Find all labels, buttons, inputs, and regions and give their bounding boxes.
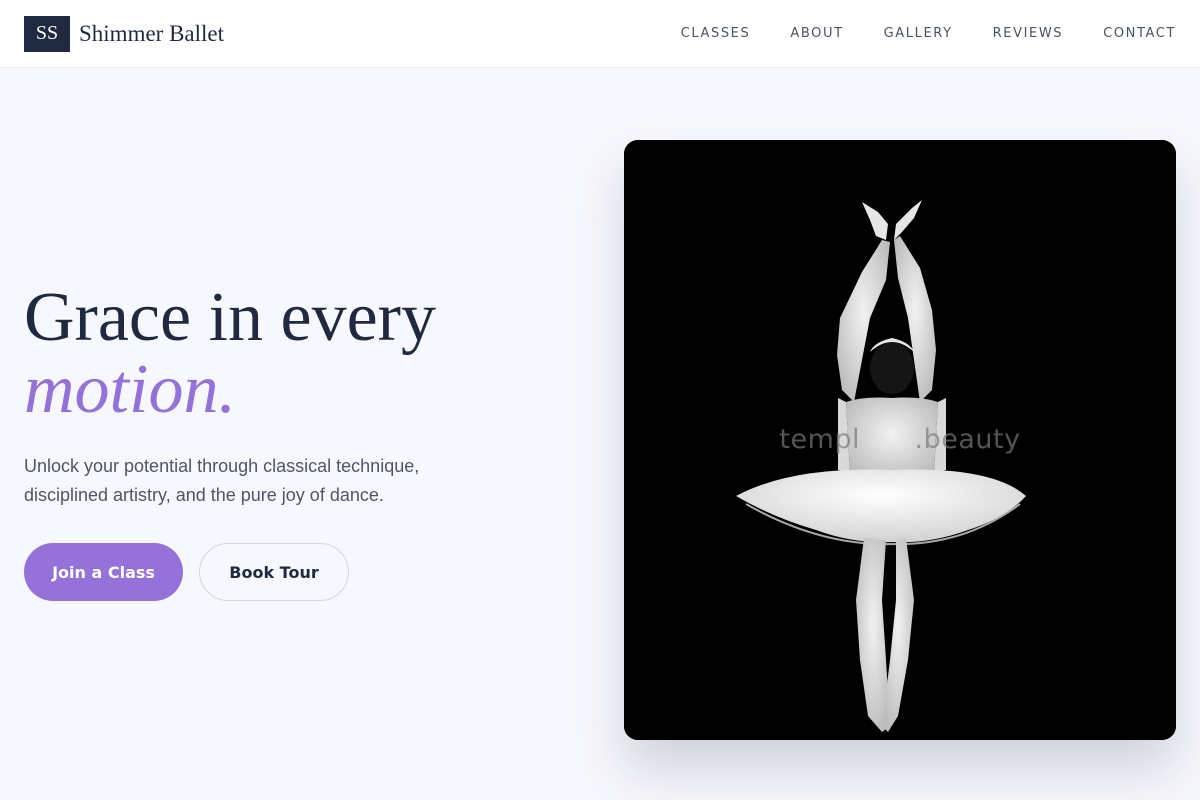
join-class-button[interactable]: Join a Class	[24, 543, 183, 601]
nav-link-about[interactable]: ABOUT	[790, 26, 843, 41]
brand-link[interactable]: SS Shimmer Ballet	[24, 15, 225, 52]
headline-accent: motion.	[24, 351, 236, 428]
ballerina-photo: templ .beauty	[624, 140, 1176, 740]
nav-link-classes[interactable]: CLASSES	[681, 26, 751, 41]
nav-link-contact[interactable]: CONTACT	[1103, 26, 1176, 41]
book-tour-button[interactable]: Book Tour	[199, 543, 349, 601]
headline-line: Grace in every	[24, 279, 436, 356]
nav-link-gallery[interactable]: GALLERY	[884, 26, 953, 41]
hero-subtitle: Unlock your potential through classical …	[24, 456, 420, 505]
hero-headline: Grace in every motion.	[24, 282, 544, 426]
image-watermark: templ .beauty	[779, 424, 1021, 455]
cta-row: Join a Class Book Tour	[24, 543, 544, 601]
main-nav: CLASSES ABOUT GALLERY REVIEWS CONTACT	[681, 26, 1176, 41]
logo-mark: SS	[24, 15, 70, 52]
hero-text-block: Grace in every motion. Unlock your poten…	[24, 282, 544, 601]
site-header: SS Shimmer Ballet CLASSES ABOUT GALLERY …	[0, 0, 1200, 68]
brand-name: Shimmer Ballet	[79, 20, 225, 46]
nav-link-reviews[interactable]: REVIEWS	[993, 26, 1064, 41]
